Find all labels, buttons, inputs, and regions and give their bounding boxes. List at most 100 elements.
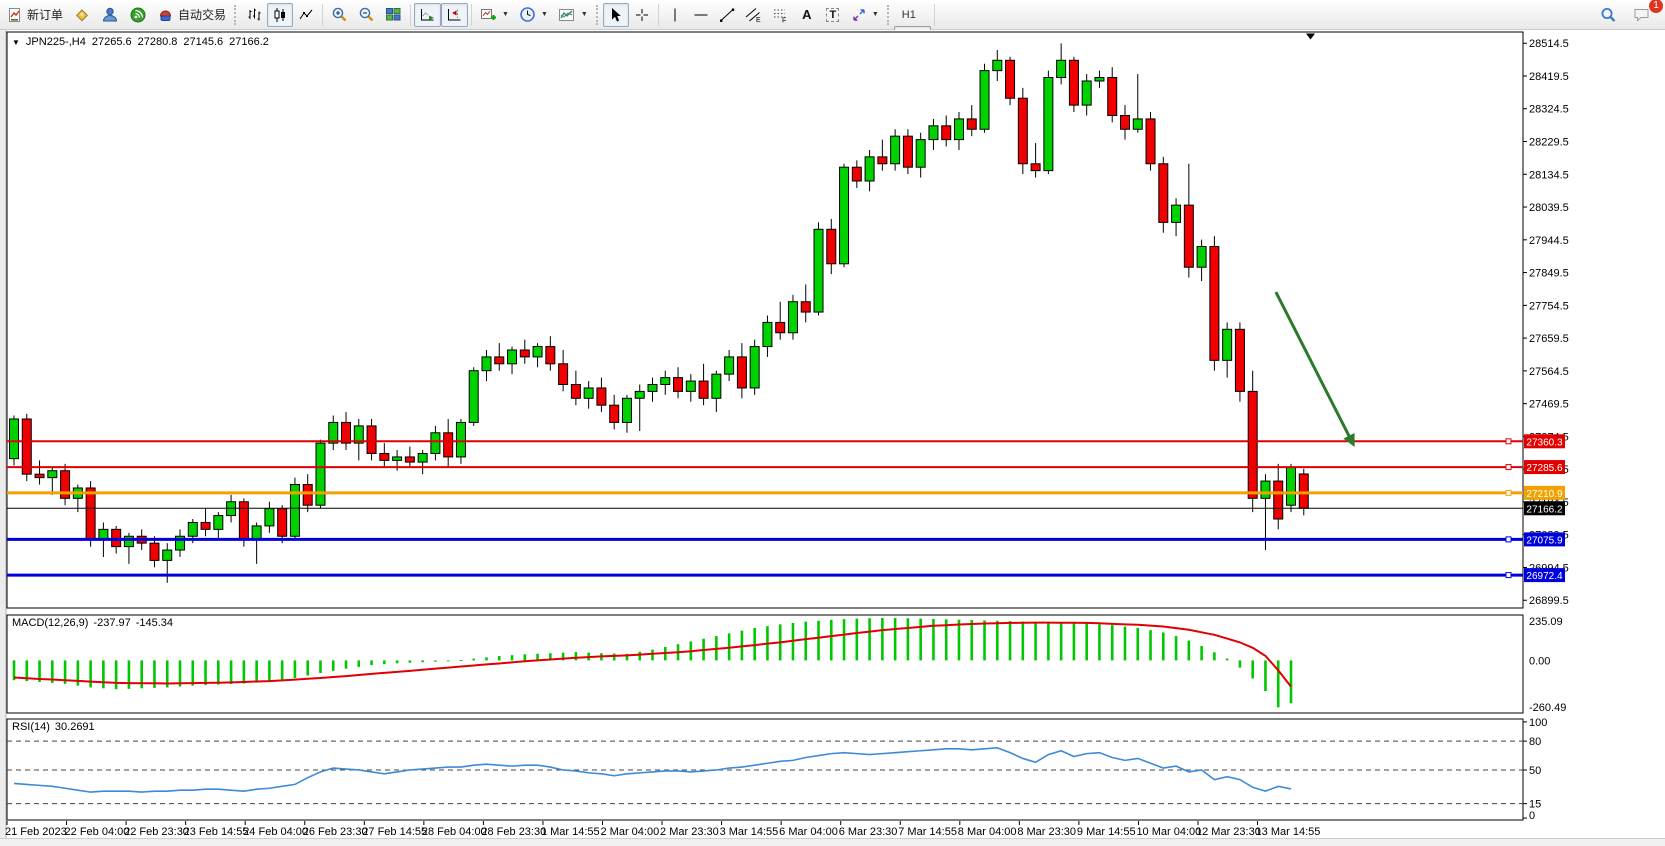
candle-body xyxy=(648,384,657,391)
line-handle[interactable] xyxy=(1506,465,1511,470)
price-tick-label: 27849.5 xyxy=(1529,268,1569,280)
cursor-tool-button[interactable] xyxy=(603,3,629,27)
zoom-in-button[interactable] xyxy=(326,3,353,27)
line-handle[interactable] xyxy=(1506,537,1511,542)
price-tick-label: 28514.5 xyxy=(1529,38,1569,50)
macd-bar xyxy=(1277,660,1280,707)
community-button[interactable] xyxy=(96,3,124,27)
candle-body xyxy=(1069,60,1078,105)
templates-dropdown[interactable]: ▼ xyxy=(553,3,593,27)
toolbar-separator xyxy=(658,4,659,26)
new-chart-dropdown[interactable]: ▼ xyxy=(475,3,514,27)
line-chart-type-button[interactable] xyxy=(293,3,319,27)
price-tick-label: 28419.5 xyxy=(1529,71,1569,83)
new-order-button[interactable]: 新订单 xyxy=(2,3,68,27)
price-tick-label: 27944.5 xyxy=(1529,235,1569,247)
time-label: 22 Feb 23:30 xyxy=(124,826,189,838)
chart-window: 28514.528419.528324.528229.528134.528039… xyxy=(0,30,1665,838)
candle xyxy=(469,367,478,426)
macd-bar xyxy=(1149,630,1152,660)
macd-signal-value: -145.34 xyxy=(136,617,173,629)
candle-body xyxy=(201,522,210,529)
window-left-gutter xyxy=(0,30,6,838)
candle xyxy=(840,164,849,267)
candle-body xyxy=(1120,115,1129,129)
macd-bar xyxy=(268,660,271,681)
new-chart-icon xyxy=(480,7,497,23)
macd-bar xyxy=(1239,660,1242,667)
auto-scroll-button[interactable] xyxy=(414,3,441,27)
macd-axis-label: 235.09 xyxy=(1529,616,1563,628)
macd-bar xyxy=(89,660,92,687)
macd-bar xyxy=(255,660,258,682)
trendline-tool-button[interactable] xyxy=(714,3,740,27)
collapse-icon[interactable]: ▼ xyxy=(12,38,20,47)
time-axis[interactable]: 21 Feb 202322 Feb 04:0022 Feb 23:3023 Fe… xyxy=(5,821,1320,838)
candle-body xyxy=(546,347,555,364)
fibo-letter-F: F xyxy=(782,17,786,23)
macd-bar xyxy=(396,660,399,663)
zoom-out-button[interactable] xyxy=(353,3,380,27)
line-handle[interactable] xyxy=(1506,573,1511,578)
candle xyxy=(750,340,759,395)
main-toolbar: 新订单 自动交易 xyxy=(0,0,1665,30)
candle xyxy=(1069,57,1078,112)
search-button[interactable] xyxy=(1594,3,1622,27)
timeframe-h1[interactable]: H1 xyxy=(894,4,931,26)
macd-bar xyxy=(1085,623,1088,660)
rsi-axis-label: 50 xyxy=(1529,765,1541,777)
timeframe-m30[interactable]: M30 xyxy=(894,0,931,4)
line-handle[interactable] xyxy=(1506,439,1511,444)
bar-chart-type-button[interactable] xyxy=(241,3,267,27)
fibonacci-tool-button[interactable]: F xyxy=(767,3,794,27)
candle-body xyxy=(1057,60,1066,77)
profile-icon xyxy=(101,6,119,24)
candle-body xyxy=(278,509,287,537)
time-label: 6 Mar 23:30 xyxy=(839,826,898,838)
periods-dropdown[interactable]: ▼ xyxy=(514,3,553,27)
vertical-line-tool-button[interactable] xyxy=(662,3,688,27)
line-handle[interactable] xyxy=(1506,490,1511,495)
macd-bar xyxy=(907,618,910,660)
macd-bar xyxy=(230,660,233,684)
candle-body xyxy=(903,136,912,167)
candle-body xyxy=(571,384,580,398)
candlestick-chart-type-button[interactable] xyxy=(267,3,293,27)
signal-icon xyxy=(129,6,147,24)
macd-bar xyxy=(868,618,871,660)
time-label: 27 Feb 14:55 xyxy=(362,826,427,838)
candle-body xyxy=(329,422,338,443)
macd-bar xyxy=(1136,628,1139,660)
candle xyxy=(788,295,797,340)
candle-body xyxy=(303,485,312,506)
candle-body xyxy=(1082,81,1091,105)
time-label: 1 Mar 14:55 xyxy=(541,826,600,838)
arrows-tool-dropdown[interactable]: ▼ xyxy=(846,3,884,27)
price-tick-label: 28039.5 xyxy=(1529,202,1569,214)
crosshair-tool-button[interactable] xyxy=(629,3,655,27)
auto-trading-button[interactable]: 自动交易 xyxy=(152,3,231,27)
candle-body xyxy=(1197,247,1206,268)
chart-canvas[interactable]: 28514.528419.528324.528229.528134.528039… xyxy=(0,30,1665,838)
chart-symbol-period: JPN225-,H4 xyxy=(26,36,86,48)
zoom-out-icon xyxy=(358,6,375,23)
candle-body xyxy=(265,509,274,526)
text-tool-button[interactable]: A xyxy=(794,3,820,27)
horizontal-line-tool-button[interactable] xyxy=(688,3,714,27)
notifications-button[interactable]: 1 xyxy=(1628,3,1657,27)
chart-shift-button[interactable] xyxy=(441,3,468,27)
macd-bar xyxy=(524,654,527,660)
signals-button[interactable] xyxy=(124,3,152,27)
candle-body xyxy=(993,60,1002,70)
navigator-button[interactable] xyxy=(68,3,96,27)
text-label-tool-button[interactable]: T xyxy=(820,3,846,27)
price-axis[interactable]: 28514.528419.528324.528229.528134.528039… xyxy=(1523,38,1569,607)
tile-windows-button[interactable] xyxy=(380,3,407,27)
channel-tool-button[interactable]: E xyxy=(740,3,767,27)
candle-body xyxy=(508,350,517,364)
macd-bar xyxy=(575,652,578,660)
macd-bar xyxy=(319,660,322,673)
candle-body xyxy=(1210,247,1219,361)
macd-bar xyxy=(817,621,820,661)
macd-bar xyxy=(804,622,807,661)
